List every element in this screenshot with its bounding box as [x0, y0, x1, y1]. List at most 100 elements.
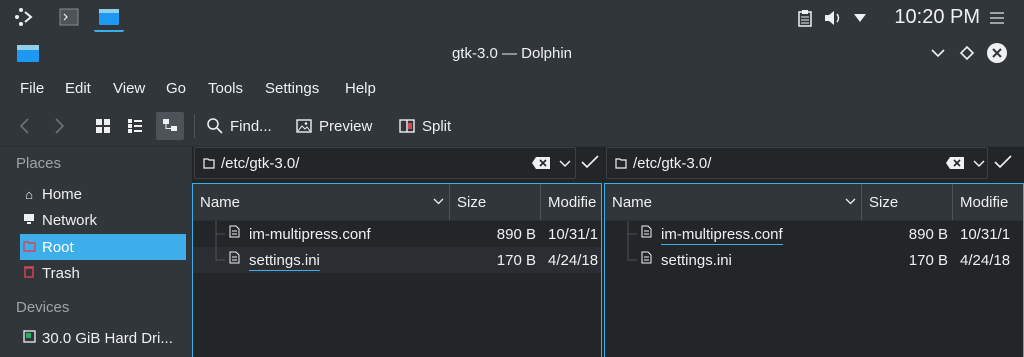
- right-location-bar[interactable]: /etc/gtk-3.0/: [606, 147, 988, 179]
- menu-settings[interactable]: Settings: [265, 80, 319, 97]
- column-modified[interactable]: Modifie: [952, 184, 1023, 220]
- file-modified: 10/31/1: [960, 226, 1011, 243]
- file-name: settings.ini: [661, 252, 732, 269]
- right-confirm-check-icon[interactable]: [994, 155, 1012, 169]
- place-label: Trash: [42, 264, 80, 282]
- column-name[interactable]: Name: [193, 184, 450, 220]
- task-dolphin[interactable]: [94, 4, 124, 32]
- right-file-view[interactable]: Name Size Modifie im-multipress.conf 890…: [604, 183, 1024, 357]
- clock[interactable]: 10:20 PM: [894, 6, 980, 29]
- text-file-icon: [641, 225, 652, 241]
- chevron-down-icon[interactable]: [559, 160, 571, 168]
- toolbar-separator: [194, 114, 195, 138]
- expand-tray-icon[interactable]: [853, 13, 867, 23]
- menu-file[interactable]: File: [20, 80, 44, 97]
- file-modified: 4/24/18: [960, 252, 1011, 269]
- text-file-icon: [641, 251, 652, 267]
- file-modified: 10/31/1: [548, 226, 599, 243]
- tree-line-icon: [627, 247, 637, 261]
- column-size[interactable]: Size: [861, 184, 953, 220]
- split-button[interactable]: Split: [398, 112, 451, 140]
- device-harddrive[interactable]: 30.0 GiB Hard Dri...: [20, 325, 186, 351]
- file-size: 170 B: [908, 252, 948, 269]
- search-icon: [207, 118, 223, 134]
- folder-icon: [615, 158, 627, 169]
- menu-go[interactable]: Go: [166, 80, 186, 97]
- file-row[interactable]: settings.ini 170 B 4/24/18: [193, 247, 601, 273]
- left-path-text: /etc/gtk-3.0/: [221, 155, 300, 172]
- back-button[interactable]: [18, 112, 40, 140]
- left-file-view[interactable]: Name Size Modifie im-multipress.conf 890…: [192, 183, 602, 357]
- right-path-text: /etc/gtk-3.0/: [633, 155, 712, 172]
- details-view-icon: [163, 119, 177, 131]
- image-preview-icon: [296, 119, 312, 133]
- minimize-icon[interactable]: [930, 47, 946, 59]
- close-icon[interactable]: [986, 42, 1008, 64]
- preview-button[interactable]: Preview: [295, 112, 372, 140]
- terminal-icon: [59, 8, 79, 26]
- chevron-down-icon[interactable]: [973, 160, 985, 168]
- window-title: gtk-3.0 — Dolphin: [451, 45, 573, 62]
- volume-icon[interactable]: [823, 9, 843, 27]
- left-location-bar[interactable]: /etc/gtk-3.0/: [194, 147, 576, 179]
- text-file-icon: [229, 225, 240, 241]
- place-trash[interactable]: Trash: [20, 260, 186, 286]
- left-confirm-check-icon[interactable]: [581, 155, 599, 169]
- file-size: 890 B: [908, 226, 948, 243]
- clear-text-icon[interactable]: [531, 155, 551, 171]
- compact-view-icon: [128, 119, 142, 133]
- menu-view[interactable]: View: [113, 80, 145, 97]
- maximize-icon[interactable]: [959, 45, 975, 61]
- top-panel: 10:20 PM: [0, 0, 1024, 36]
- file-row[interactable]: im-multipress.conf 890 B 10/31/1: [605, 221, 1023, 247]
- app-launcher-button[interactable]: [12, 4, 42, 30]
- home-icon: ⌂: [25, 186, 33, 202]
- split-view-icon: [399, 119, 415, 133]
- sort-chevron-icon: [433, 198, 444, 205]
- window-titlebar[interactable]: gtk-3.0 — Dolphin: [0, 36, 1024, 72]
- menu-tools[interactable]: Tools: [208, 80, 243, 97]
- menu-help[interactable]: Help: [345, 80, 376, 97]
- place-network[interactable]: Network: [20, 207, 186, 233]
- place-home[interactable]: ⌂ Home: [20, 181, 186, 207]
- folder-icon: [20, 240, 38, 255]
- forward-button[interactable]: [52, 112, 74, 140]
- preview-label: Preview: [319, 117, 373, 135]
- place-root[interactable]: Root: [20, 234, 186, 260]
- folder-icon: [203, 158, 215, 169]
- file-row[interactable]: im-multipress.conf 890 B 10/31/1: [193, 221, 601, 247]
- file-size: 890 B: [496, 226, 536, 243]
- text-file-icon: [229, 251, 240, 267]
- tree-line-icon: [215, 221, 225, 247]
- clear-text-icon[interactable]: [945, 155, 965, 171]
- launcher-icon: [15, 8, 33, 26]
- column-name[interactable]: Name: [605, 184, 862, 220]
- places-panel: Places ⌂ Home Network Root Trash Devices…: [0, 147, 192, 357]
- menu-edit[interactable]: Edit: [65, 80, 91, 97]
- clipboard-icon[interactable]: [796, 9, 814, 27]
- column-modified[interactable]: Modifie: [540, 184, 601, 220]
- column-size[interactable]: Size: [449, 184, 541, 220]
- menu-bar: File Edit View Go Tools Settings Help: [0, 72, 1024, 106]
- icons-view-icon: [96, 119, 110, 133]
- split-label: Split: [422, 117, 452, 135]
- network-icon: [20, 213, 38, 228]
- trash-icon: [20, 265, 38, 281]
- find-button[interactable]: Find...: [206, 112, 272, 140]
- place-label: Root: [42, 238, 74, 256]
- device-label: 30.0 GiB Hard Dri...: [42, 329, 173, 347]
- file-size: 170 B: [496, 252, 536, 269]
- details-view-button[interactable]: [156, 112, 184, 140]
- sort-chevron-icon: [845, 198, 856, 205]
- compact-view-button[interactable]: [122, 112, 148, 140]
- file-row[interactable]: settings.ini 170 B 4/24/18: [605, 247, 1023, 273]
- places-heading: Places: [16, 155, 62, 172]
- task-konsole[interactable]: [54, 4, 84, 30]
- find-label: Find...: [230, 117, 272, 135]
- devices-heading: Devices: [16, 299, 70, 316]
- file-name: im-multipress.conf: [249, 226, 371, 243]
- panel-menu-icon[interactable]: [989, 11, 1005, 25]
- main-toolbar: Find... Preview Split: [0, 106, 1024, 147]
- right-column-header: Name Size Modifie: [605, 184, 1023, 221]
- icons-view-button[interactable]: [90, 112, 116, 140]
